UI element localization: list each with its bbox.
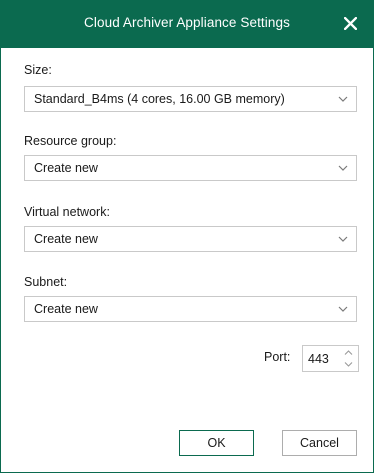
chevron-down-icon[interactable] [330, 156, 356, 180]
appliance-settings-dialog: Cloud Archiver Appliance Settings Size: … [0, 0, 374, 473]
chevron-down-icon[interactable] [330, 87, 356, 111]
chevron-down-icon[interactable] [339, 359, 358, 372]
subnet-value: Create new [34, 302, 98, 316]
subnet-label: Subnet: [24, 275, 68, 289]
chevron-down-icon[interactable] [330, 297, 356, 321]
resource-group-value: Create new [34, 161, 98, 175]
port-stepper[interactable] [302, 345, 359, 372]
resource-group-select[interactable]: Create new [24, 155, 357, 181]
chevron-up-icon[interactable] [339, 346, 358, 359]
size-label: Size: [24, 63, 52, 77]
virtual-network-select[interactable]: Create new [24, 226, 357, 252]
dialog-title: Cloud Archiver Appliance Settings [84, 15, 290, 30]
cancel-button[interactable]: Cancel [282, 430, 357, 456]
resource-group-label: Resource group: [24, 134, 117, 148]
subnet-select[interactable]: Create new [24, 296, 357, 322]
dialog-titlebar: Cloud Archiver Appliance Settings [1, 0, 373, 48]
size-select[interactable]: Standard_B4ms (4 cores, 16.00 GB memory) [24, 86, 357, 112]
chevron-down-icon[interactable] [330, 227, 356, 251]
close-icon[interactable] [337, 10, 363, 36]
virtual-network-label: Virtual network: [24, 205, 110, 219]
ok-button[interactable]: OK [179, 430, 254, 456]
port-label: Port: [264, 350, 291, 364]
port-spin-buttons [339, 346, 358, 371]
size-value: Standard_B4ms (4 cores, 16.00 GB memory) [34, 92, 285, 106]
port-input[interactable] [303, 346, 339, 371]
virtual-network-value: Create new [34, 232, 98, 246]
